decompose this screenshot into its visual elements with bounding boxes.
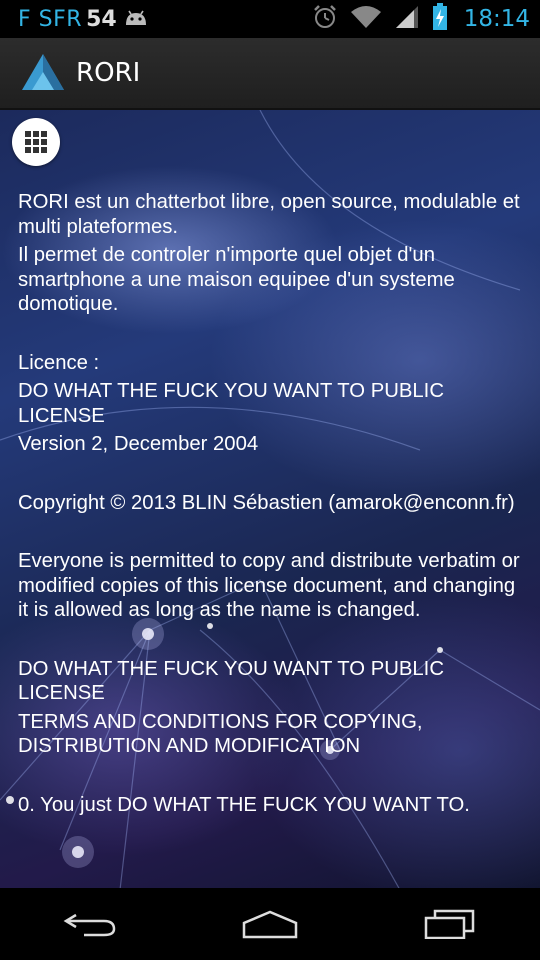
licence-label: Licence : [18,351,100,374]
android-icon [123,5,149,33]
action-bar: RORI [0,38,540,110]
licence-name: DO WHAT THE FUCK YOU WANT TO PUBLIC LICE… [18,380,444,427]
licence-version: Version 2, December 2004 [18,433,259,455]
app-title: RORI [76,58,141,88]
battery-icon [432,3,448,35]
notification-count: 54 [86,6,117,32]
status-bar: F SFR 54 18:14 [0,0,540,38]
rori-logo-icon[interactable] [20,50,66,96]
back-icon[interactable] [55,904,125,944]
terms-title: DO WHAT THE FUCK YOU WANT TO PUBLIC LICE… [18,657,444,705]
term-0: 0. You just DO WHAT THE FUCK YOU WANT TO… [18,793,470,816]
clock: 18:14 [463,6,530,32]
navigation-bar [0,888,540,960]
terms-subtitle: TERMS AND CONDITIONS FOR COPYING, DISTRI… [18,710,423,758]
intro-text-2: Il permet de controler n'importe quel ob… [18,244,455,315]
alarm-icon [312,4,338,34]
about-text: RORI est un chatterbot libre, open sourc… [18,190,528,817]
intro-text: RORI est un chatterbot libre, open sourc… [18,191,520,238]
signal-icon [394,4,420,34]
status-left: F SFR 54 [0,5,149,33]
recent-apps-icon[interactable] [415,904,485,944]
copyright-text: Copyright © 2013 BLIN Sébastien (amarok@… [18,491,515,514]
permission-text: Everyone is permitted to copy and distri… [18,550,520,621]
grid-icon [25,131,47,153]
menu-button[interactable] [12,118,60,166]
status-right: 18:14 [312,3,540,35]
about-content: RORI est un chatterbot libre, open sourc… [0,110,540,888]
wifi-icon [350,4,382,34]
carrier-label: F SFR [18,6,83,32]
home-icon[interactable] [235,904,305,944]
